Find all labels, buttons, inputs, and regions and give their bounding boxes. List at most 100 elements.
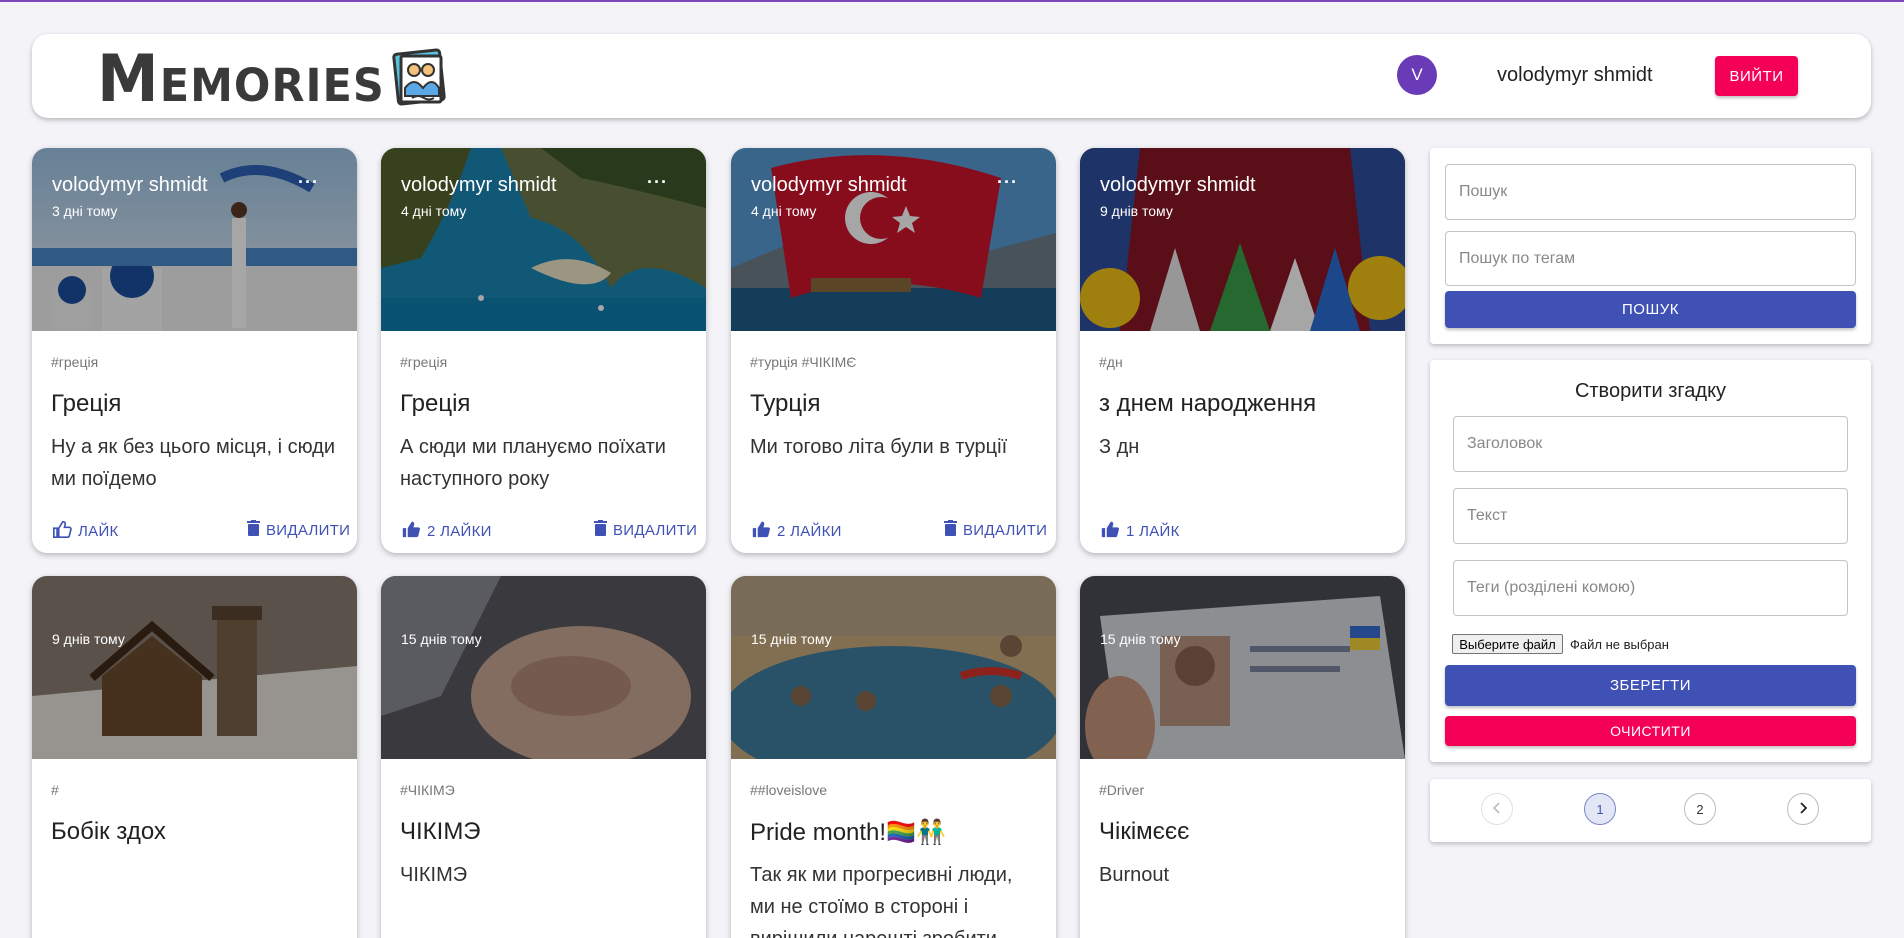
prev-page-button[interactable] [1481,793,1513,825]
search-button[interactable]: ПОШУК [1445,291,1856,328]
post-title: Чікімєєє [1099,818,1190,845]
post-text: ЧІКІМЭ [400,864,468,886]
tags-placeholder: Теги (розділені комою) [1467,579,1636,596]
post-tags: #дн [1099,354,1123,370]
chevron-left-icon [1492,801,1501,817]
post-tags: # [51,782,59,798]
post-card[interactable]: volodymyr shmidt 4 дні тому ··· #турція … [731,148,1056,553]
post-card[interactable]: 15 днів тому #Driver Чікімєєє Burnout [1080,576,1405,938]
delete-label: ВИДАЛИТИ [963,521,1048,539]
memories-logo-icon [392,46,450,106]
post-card[interactable]: 15 днів тому ##loveislove Pride month!🏳️… [731,576,1056,938]
like-label: ЛАЙК [78,522,119,540]
post-image [32,576,357,759]
more-options-icon[interactable]: ··· [997,172,1018,193]
next-page-button[interactable] [1787,793,1819,825]
trash-icon [247,520,260,540]
post-title: Бобік здох [51,818,166,845]
post-author: volodymyr shmidt [751,174,907,196]
page-button-2[interactable]: 2 [1684,793,1716,825]
post-text: Ми тогово літа були в турції [750,436,1008,458]
text-placeholder: Текст [1467,507,1508,524]
post-image [381,576,706,759]
app-bar: Memories V volodymyr shmidt ВИЙТИ [32,34,1871,118]
post-tags: #ЧІКІМЭ [400,782,455,798]
brand-title[interactable]: Memories [97,42,385,116]
logout-button[interactable]: ВИЙТИ [1715,56,1798,96]
thumb-up-outline-icon [52,520,72,542]
delete-button[interactable]: ВИДАЛИТИ [247,520,350,540]
like-button[interactable]: 2 ЛАЙКИ [401,520,492,542]
chevron-right-icon [1799,801,1808,817]
like-label: 2 ЛАЙКИ [777,522,842,540]
search-panel: Пошук Пошук по тегам ПОШУК [1430,148,1871,344]
pagination: 1 2 [1430,779,1871,842]
post-text: А сюди ми плануємо поїхати наступного ро… [400,436,666,490]
trash-icon [944,520,957,540]
post-text: Burnout [1099,864,1170,886]
post-card[interactable]: 15 днів тому #ЧІКІМЭ ЧІКІМЭ ЧІКІМЭ [381,576,706,938]
post-tags: ##loveislove [750,782,828,798]
clear-button[interactable]: ОЧИСТИТИ [1445,716,1856,746]
post-date: 4 дні тому [751,203,817,219]
post-card[interactable]: volodymyr shmidt 4 дні тому ··· #греція … [381,148,706,553]
post-date: 4 дні тому [401,203,467,219]
choose-file-button[interactable]: Выберите файл [1452,634,1563,654]
post-tags: #Driver [1099,782,1145,798]
like-label: 1 ЛАЙК [1126,522,1180,540]
delete-label: ВИДАЛИТИ [266,521,351,539]
search-input[interactable]: Пошук [1445,164,1856,220]
search-placeholder: Пошук [1459,183,1508,200]
user-name: volodymyr shmidt [1497,64,1653,86]
post-author: volodymyr shmidt [52,174,208,196]
thumb-up-icon [1100,520,1120,542]
form-title: Створити згадку [1574,380,1727,402]
search-tags-placeholder: Пошук по тегам [1459,249,1576,267]
post-date: 3 дні тому [52,203,118,219]
title-input[interactable]: Заголовок [1453,416,1848,472]
post-date: 15 днів тому [401,631,482,647]
page-button-1[interactable]: 1 [1584,793,1616,825]
post-date: 15 днів тому [1100,631,1181,647]
title-placeholder: Заголовок [1467,435,1543,452]
delete-button[interactable]: ВИДАЛИТИ [944,520,1047,540]
post-title: Турція [750,390,821,417]
post-image [1080,576,1405,759]
thumb-up-icon [401,520,421,542]
create-memory-form: Створити згадку Заголовок Текст Теги (ро… [1430,360,1871,762]
post-tags: #турція #ЧІКІМЄ [750,354,857,370]
post-date: 9 днів тому [52,631,125,647]
post-date: 15 днів тому [751,631,832,647]
avatar[interactable]: V [1397,55,1437,95]
post-tags: #греція [51,354,99,370]
text-input[interactable]: Текст [1453,488,1848,544]
post-title: ЧІКІМЭ [400,818,481,845]
search-tags-input[interactable]: Пошук по тегам [1445,231,1856,286]
like-button[interactable]: ЛАЙК [52,520,119,542]
delete-label: ВИДАЛИТИ [613,521,698,539]
post-title: Греція [400,390,471,417]
like-button[interactable]: 2 ЛАЙКИ [751,520,842,542]
delete-button[interactable]: ВИДАЛИТИ [594,520,697,540]
post-tags: #греція [400,354,448,370]
save-button[interactable]: ЗБЕРЕГТИ [1445,665,1856,706]
post-card[interactable]: volodymyr shmidt 9 днів тому #дн з днем … [1080,148,1405,553]
post-card[interactable]: volodymyr shmidt 3 дні тому ··· #греція … [32,148,357,553]
tags-input[interactable]: Теги (розділені комою) [1453,560,1848,616]
more-options-icon[interactable]: ··· [647,172,668,193]
trash-icon [594,520,607,540]
post-text: Так як ми прогресивні люди, ми не стоїмо… [750,864,1013,938]
thumb-up-icon [751,520,771,542]
post-date: 9 днів тому [1100,203,1173,219]
like-label: 2 ЛАЙКИ [427,522,492,540]
post-image [731,576,1056,759]
post-card[interactable]: 9 днів тому # Бобік здох [32,576,357,938]
more-options-icon[interactable]: ··· [298,172,319,193]
post-text: З дн [1099,436,1140,458]
post-title: з днем народження [1099,390,1317,417]
like-button[interactable]: 1 ЛАЙК [1100,520,1180,542]
post-text: Ну а як без цього місця, і сюди ми поїде… [51,436,335,490]
post-title: Pride month!🏳️‍🌈👬 [750,819,946,846]
post-author: volodymyr shmidt [401,174,557,196]
file-status: Файл не выбран [1570,637,1669,652]
